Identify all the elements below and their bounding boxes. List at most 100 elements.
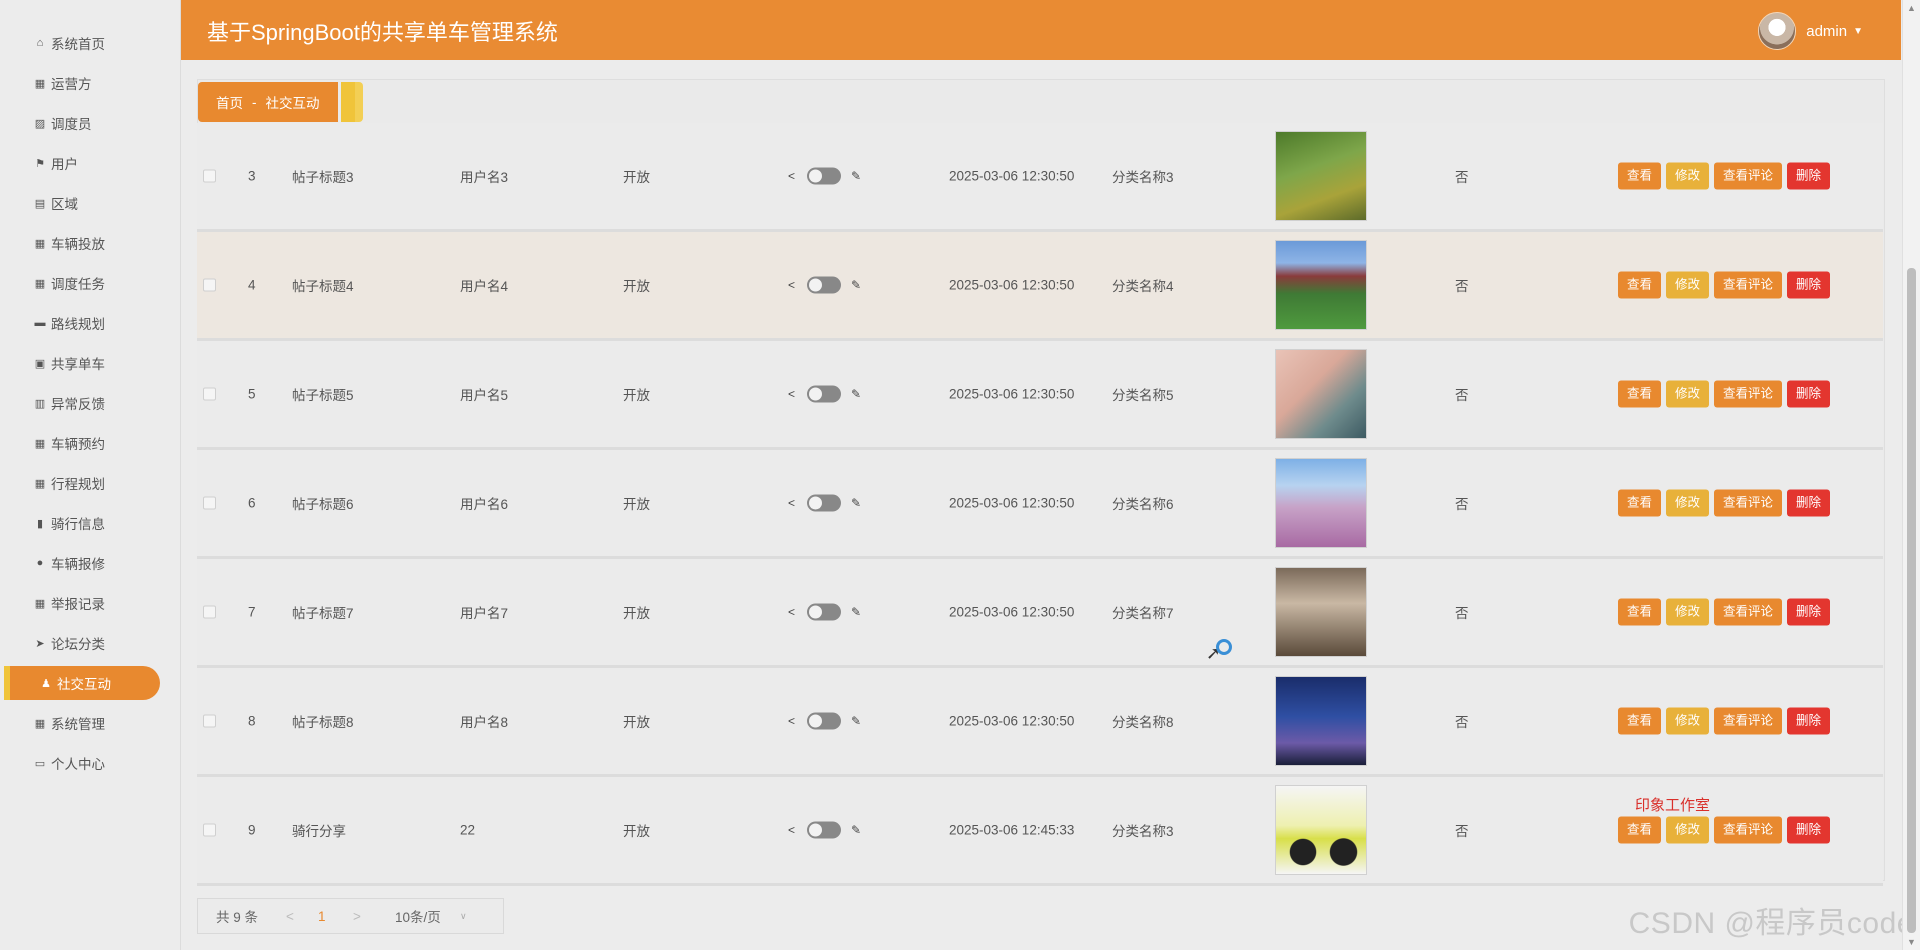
sidebar-item[interactable]: ● 车辆报修	[0, 546, 180, 580]
prev-page-icon[interactable]: <	[286, 909, 294, 924]
sidebar-item[interactable]: ▮ 骑行信息	[0, 506, 180, 540]
sidebar-item[interactable]: ⌂ 系统首页	[0, 26, 180, 60]
row-checkbox[interactable]	[203, 605, 216, 619]
share-icon[interactable]: <	[788, 605, 795, 619]
delete-button[interactable]: 删除	[1787, 816, 1831, 844]
next-page-icon[interactable]: >	[353, 909, 361, 924]
share-icon[interactable]: <	[788, 714, 795, 728]
sidebar-item[interactable]: ▦ 举报记录	[0, 586, 180, 620]
share-icon[interactable]: <	[788, 278, 795, 292]
view-button[interactable]: 查看	[1618, 162, 1662, 190]
avatar[interactable]	[1758, 12, 1797, 50]
breadcrumb-decoration	[341, 82, 355, 122]
edit-button[interactable]: 修改	[1666, 489, 1710, 517]
sidebar-item[interactable]: ▦ 运营方	[0, 66, 180, 100]
pencil-icon[interactable]: ✎	[851, 605, 861, 619]
status-toggle[interactable]	[807, 167, 841, 185]
edit-button[interactable]: 修改	[1666, 816, 1710, 844]
status-toggle[interactable]	[807, 712, 841, 730]
sidebar-item[interactable]: ▨ 调度员	[0, 106, 180, 140]
delete-button[interactable]: 删除	[1787, 598, 1831, 626]
sidebar-item[interactable]: ▦ 系统管理	[0, 706, 180, 740]
delete-button[interactable]: 删除	[1787, 162, 1831, 190]
view-button[interactable]: 查看	[1618, 816, 1662, 844]
page-size-select[interactable]: 10条/页	[395, 906, 441, 926]
delete-button[interactable]: 删除	[1787, 707, 1831, 735]
view-comments-button[interactable]: 查看评论	[1714, 816, 1783, 844]
delete-button[interactable]: 删除	[1787, 271, 1831, 299]
breadcrumb-home[interactable]: 首页	[216, 92, 243, 112]
user-menu[interactable]: admin ▼	[1758, 12, 1863, 50]
scroll-up-icon[interactable]: ▲	[1907, 3, 1916, 13]
share-icon[interactable]: <	[788, 823, 795, 837]
sidebar-item[interactable]: ▦ 车辆投放	[0, 226, 180, 260]
post-time: 2025-03-06 12:45:33	[949, 822, 1075, 838]
scrollbar-thumb[interactable]	[1907, 268, 1916, 933]
pencil-icon[interactable]: ✎	[851, 387, 861, 401]
view-comments-button[interactable]: 查看评论	[1714, 598, 1783, 626]
edit-button[interactable]: 修改	[1666, 598, 1710, 626]
sidebar-item[interactable]: ▦ 车辆预约	[0, 426, 180, 460]
post-image[interactable]	[1275, 131, 1367, 221]
chevron-down-icon[interactable]: ∨	[460, 911, 467, 922]
view-button[interactable]: 查看	[1618, 271, 1662, 299]
sidebar-item[interactable]: ▦ 调度任务	[0, 266, 180, 300]
edit-button[interactable]: 修改	[1666, 380, 1710, 408]
row-checkbox[interactable]	[203, 714, 216, 728]
username[interactable]: admin	[1806, 23, 1847, 40]
status-toggle[interactable]	[807, 821, 841, 839]
pencil-icon[interactable]: ✎	[851, 169, 861, 183]
pencil-icon[interactable]: ✎	[851, 823, 861, 837]
post-image[interactable]	[1275, 240, 1367, 330]
sidebar-item[interactable]: ⚑ 用户	[0, 146, 180, 180]
page-number[interactable]: 1	[318, 909, 326, 924]
sidebar-item-label: 车辆预约	[51, 437, 105, 452]
caret-down-icon[interactable]: ▼	[1853, 26, 1863, 37]
vertical-scrollbar[interactable]: ▲ ▼	[1902, 0, 1920, 950]
pencil-icon[interactable]: ✎	[851, 496, 861, 510]
post-image[interactable]	[1275, 567, 1367, 657]
sidebar-item[interactable]: ➤ 论坛分类	[0, 626, 180, 660]
edit-button[interactable]: 修改	[1666, 162, 1710, 190]
row-checkbox[interactable]	[203, 387, 216, 401]
sidebar-item[interactable]: ▬ 路线规划	[0, 306, 180, 340]
post-image[interactable]	[1275, 458, 1367, 548]
row-checkbox[interactable]	[203, 278, 216, 292]
post-image[interactable]	[1275, 785, 1367, 875]
view-comments-button[interactable]: 查看评论	[1714, 707, 1783, 735]
edit-button[interactable]: 修改	[1666, 271, 1710, 299]
scroll-down-icon[interactable]: ▼	[1907, 937, 1916, 947]
post-image[interactable]	[1275, 676, 1367, 766]
view-button[interactable]: 查看	[1618, 380, 1662, 408]
delete-button[interactable]: 删除	[1787, 380, 1831, 408]
row-checkbox[interactable]	[203, 823, 216, 837]
status-toggle[interactable]	[807, 276, 841, 294]
row-checkbox[interactable]	[203, 496, 216, 510]
share-icon[interactable]: <	[788, 169, 795, 183]
sidebar-item[interactable]: ▤ 区域	[0, 186, 180, 220]
status-toggle[interactable]	[807, 494, 841, 512]
view-button[interactable]: 查看	[1618, 598, 1662, 626]
delete-button[interactable]: 删除	[1787, 489, 1831, 517]
view-comments-button[interactable]: 查看评论	[1714, 380, 1783, 408]
post-status: 开放	[623, 170, 650, 185]
view-comments-button[interactable]: 查看评论	[1714, 489, 1783, 517]
view-button[interactable]: 查看	[1618, 707, 1662, 735]
post-image[interactable]	[1275, 349, 1367, 439]
row-checkbox[interactable]	[203, 169, 216, 183]
view-comments-button[interactable]: 查看评论	[1714, 271, 1783, 299]
sidebar-item[interactable]: ♟ 社交互动	[4, 666, 160, 700]
view-comments-button[interactable]: 查看评论	[1714, 162, 1783, 190]
share-icon[interactable]: <	[788, 496, 795, 510]
share-icon[interactable]: <	[788, 387, 795, 401]
sidebar-item[interactable]: ▥ 异常反馈	[0, 386, 180, 420]
sidebar-item[interactable]: ▭ 个人中心	[0, 746, 180, 780]
pencil-icon[interactable]: ✎	[851, 714, 861, 728]
status-toggle[interactable]	[807, 603, 841, 621]
sidebar-item[interactable]: ▦ 行程规划	[0, 466, 180, 500]
view-button[interactable]: 查看	[1618, 489, 1662, 517]
status-toggle[interactable]	[807, 385, 841, 403]
sidebar-item[interactable]: ▣ 共享单车	[0, 346, 180, 380]
edit-button[interactable]: 修改	[1666, 707, 1710, 735]
pencil-icon[interactable]: ✎	[851, 278, 861, 292]
